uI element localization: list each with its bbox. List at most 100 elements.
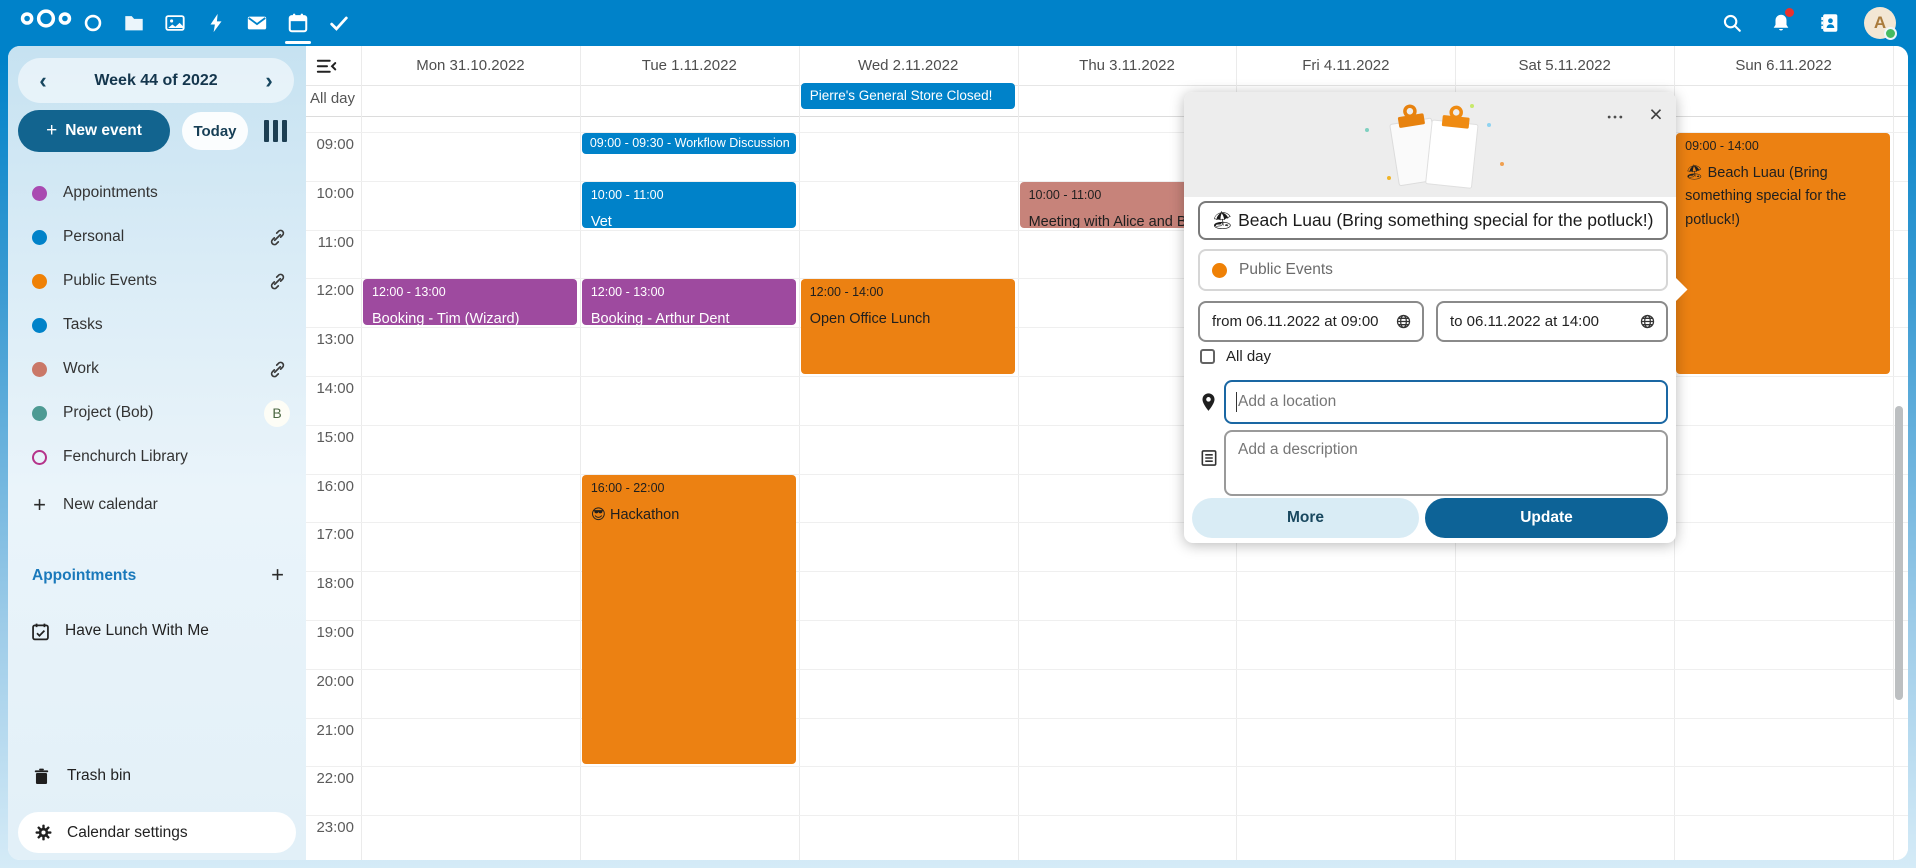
event-title: 😎 Hackathon (582, 495, 796, 527)
today-label: Today (193, 123, 236, 140)
shared-link-icon[interactable] (264, 224, 290, 250)
sidebar-calendar-personal[interactable]: Personal (8, 215, 306, 259)
shared-with-avatar: B (264, 400, 290, 426)
column-divider (361, 46, 362, 860)
start-datetime-value: from 06.11.2022 at 09:00 (1212, 313, 1395, 330)
description-icon (1199, 448, 1219, 470)
calendar-event[interactable]: 16:00 - 22:00😎 Hackathon (582, 475, 796, 765)
appointment-config-item[interactable]: Have Lunch With Me (8, 609, 306, 653)
all-day-label: All day (310, 90, 360, 107)
user-status-online-icon (1884, 27, 1897, 40)
calendar-name: Tasks (63, 316, 103, 334)
view-mode-columns-icon[interactable] (264, 120, 292, 142)
calendar-picker[interactable]: Public Events (1198, 249, 1668, 291)
calendar-settings-button[interactable]: Calendar settings (18, 812, 296, 853)
calendar-event[interactable]: 12:00 - 14:00Open Office Lunch (801, 279, 1015, 374)
sidebar-calendar-public-events[interactable]: Public Events (8, 259, 306, 303)
calendar-color-dot (32, 362, 47, 377)
shared-link-icon[interactable] (264, 356, 290, 382)
shared-link-icon[interactable] (264, 268, 290, 294)
top-navigation-bar: A (0, 0, 1916, 46)
calendar-event[interactable]: 12:00 - 13:00Booking - Arthur Dent (582, 279, 796, 325)
app-icon-tasks[interactable] (327, 11, 351, 35)
app-content-panel: ‹ Week 44 of 2022 › + New event Today Ap… (8, 46, 1908, 860)
more-actions-icon[interactable] (1602, 104, 1628, 130)
hour-gridline (306, 669, 1908, 670)
calendar-name: Fenchurch Library (63, 448, 188, 466)
hour-gridline (306, 718, 1908, 719)
calendar-color-dot (32, 406, 47, 421)
sidebar-calendar-work[interactable]: Work (8, 347, 306, 391)
event-time: 12:00 - 14:00 (801, 279, 1015, 299)
day-header: Sun 6.11.2022 (1674, 46, 1893, 85)
event-editor-popup: × 🏖 Beach Luau (Bring something special … (1184, 92, 1676, 543)
search-icon[interactable] (1720, 11, 1744, 35)
calendar-event[interactable]: 09:00 - 14:00🏖 Beach Luau (Bring somethi… (1676, 133, 1890, 374)
start-datetime-field[interactable]: from 06.11.2022 at 09:00 (1198, 301, 1424, 342)
today-button[interactable]: Today (182, 112, 248, 150)
event-time: 12:00 - 13:00 (582, 279, 796, 299)
all-day-checkbox[interactable]: All day (1200, 347, 1271, 365)
previous-week-button[interactable]: ‹ (32, 61, 54, 101)
all-day-checkbox-label: All day (1226, 348, 1271, 365)
description-input[interactable]: Add a description (1224, 430, 1668, 496)
gear-icon (34, 823, 53, 842)
calendar-color-dot (32, 186, 47, 201)
trash-icon (32, 767, 51, 786)
update-button[interactable]: Update (1425, 498, 1668, 538)
calendar-color-dot (1212, 263, 1227, 278)
trash-bin-label: Trash bin (67, 767, 131, 785)
location-input[interactable]: Add a location (1224, 380, 1668, 424)
new-event-button[interactable]: + New event (18, 110, 170, 152)
description-placeholder: Add a description (1238, 441, 1358, 458)
sidebar-calendar-project-bob-[interactable]: Project (Bob)B (8, 391, 306, 435)
vertical-scrollbar[interactable] (1895, 406, 1903, 700)
app-icon-mail[interactable] (245, 11, 269, 35)
hour-label: 17:00 (306, 526, 354, 543)
contacts-icon[interactable] (1818, 11, 1842, 35)
new-calendar-button[interactable]: + New calendar (8, 483, 306, 527)
app-icon-dashboard[interactable] (81, 11, 105, 35)
active-app-indicator (285, 41, 311, 44)
appointments-section-heading: Appointments (32, 564, 282, 588)
notifications-bell-icon[interactable] (1769, 11, 1793, 35)
calendar-sidebar: ‹ Week 44 of 2022 › + New event Today Ap… (8, 46, 306, 860)
all-day-event[interactable]: Pierre's General Store Closed! (801, 83, 1015, 109)
column-divider (1893, 46, 1894, 860)
calendar-name: Work (63, 360, 99, 378)
calendar-event[interactable]: 10:00 - 11:00Vet (582, 182, 796, 228)
sidebar-calendar-fenchurch-library[interactable]: Fenchurch Library (8, 435, 306, 479)
app-icon-files[interactable] (122, 11, 146, 35)
next-week-button[interactable]: › (258, 61, 280, 101)
column-divider (799, 46, 800, 860)
add-appointment-config-button[interactable]: + (271, 562, 284, 588)
hour-gridline (306, 815, 1908, 816)
app-icon-calendar[interactable] (286, 11, 310, 35)
app-icon-photos[interactable] (163, 11, 187, 35)
day-header: Sat 5.11.2022 (1455, 46, 1674, 85)
more-button[interactable]: More (1192, 498, 1419, 538)
timezone-globe-icon[interactable] (1639, 313, 1656, 330)
calendar-event[interactable]: 12:00 - 13:00Booking - Tim (Wizard) (363, 279, 577, 325)
timezone-globe-icon[interactable] (1395, 313, 1412, 330)
event-title: Booking - Arthur Dent (582, 299, 796, 325)
week-navigation: ‹ Week 44 of 2022 › (18, 58, 294, 103)
end-datetime-field[interactable]: to 06.11.2022 at 14:00 (1436, 301, 1668, 342)
app-icon-activity[interactable] (204, 11, 228, 35)
nextcloud-logo-icon[interactable] (18, 8, 74, 38)
calendar-event[interactable]: 09:00 - 09:30 - Workflow Discussion (582, 133, 796, 154)
calendar-color-dot (32, 274, 47, 289)
event-title-input[interactable]: 🏖 Beach Luau (Bring something special fo… (1198, 201, 1668, 240)
appointment-config-label: Have Lunch With Me (65, 622, 209, 640)
calendar-settings-label: Calendar settings (67, 824, 188, 842)
sidebar-calendar-tasks[interactable]: Tasks (8, 303, 306, 347)
calendar-name: Appointments (63, 184, 158, 202)
checkbox-box[interactable] (1200, 349, 1215, 364)
event-time: 10:00 - 11:00 (582, 182, 796, 202)
plus-icon: + (32, 492, 47, 518)
trash-bin-button[interactable]: Trash bin (8, 754, 306, 798)
close-icon[interactable]: × (1642, 100, 1670, 128)
sidebar-calendar-appointments[interactable]: Appointments (8, 171, 306, 215)
text-cursor (1236, 392, 1237, 412)
collapse-sidebar-icon[interactable] (316, 58, 338, 76)
